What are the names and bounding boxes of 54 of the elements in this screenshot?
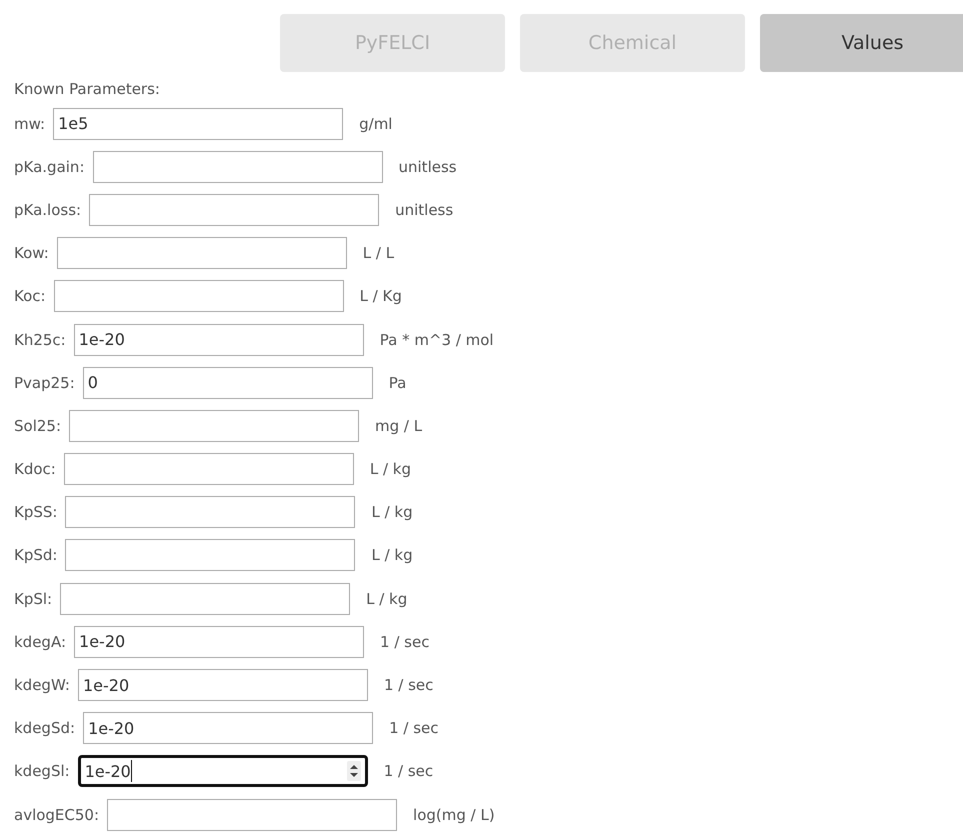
input-field[interactable] [65,496,356,528]
input-field[interactable] [89,194,380,226]
field-label: Koc: [14,287,46,306]
input-field[interactable]: 1e-20 [74,324,364,356]
field-label: Sol25: [14,416,62,435]
unit-label: 1 / sec [384,762,434,780]
unit-label: 1 / sec [380,632,430,651]
unit-label: L / kg [371,503,413,522]
unit-label: unitless [395,200,454,219]
unit-label: L / kg [371,546,413,564]
unit-label: Pa * m^3 / mol [380,330,494,349]
unit-label: g/ml [359,114,392,133]
input-field[interactable] [69,410,360,442]
unit-label: L / kg [370,460,411,478]
unit-label: Pa [388,374,406,392]
input-field[interactable] [64,453,354,486]
unit-label: 1 / sec [384,676,434,694]
field-label: kdegSl: [14,762,70,780]
field-label: KpSS: [14,503,58,522]
spinner-icon[interactable] [346,761,361,782]
input-field[interactable]: 1e-20 [74,626,364,658]
input-field[interactable]: 1e-20 [78,669,368,702]
input-field[interactable] [65,539,356,572]
input-field[interactable] [60,582,350,615]
field-label: Kh25c: [14,330,66,349]
input-field[interactable]: 0 [82,366,373,399]
field-label: KpSl: [14,590,52,608]
unit-label: L / L [362,244,394,262]
unit-label: L / Kg [360,287,402,306]
unit-label: L / kg [366,590,408,608]
unit-label: mg / L [375,416,422,435]
field-label: Kow: [14,244,49,262]
field-label: avlogEC50: [14,806,100,824]
field-label: kdegSd: [14,719,76,738]
field-label: KpSd: [14,546,58,564]
section-heading: Known Parameters: [13,79,161,100]
field-label: Kdoc: [14,460,56,478]
field-label: kdegW: [14,676,70,694]
tab[interactable]: Values [760,14,963,72]
field-label: kdegA: [14,632,66,651]
field-label: pKa.gain: [14,158,84,176]
unit-label: log(mg / L) [413,806,495,824]
input-field[interactable] [107,798,398,831]
input-field[interactable]: 1e-20 [78,755,368,788]
input-field[interactable]: 1e5 [53,108,344,140]
unit-label: 1 / sec [389,719,438,738]
field-label: pKa.loss: [14,200,82,219]
field-label: Pvap25: [14,374,75,392]
input-field[interactable] [54,280,344,312]
field-label: mw: [14,114,46,133]
input-field[interactable]: 1e-20 [83,712,374,744]
input-field[interactable] [56,237,347,270]
input-field[interactable] [92,150,382,183]
unit-label: unitless [398,158,457,176]
